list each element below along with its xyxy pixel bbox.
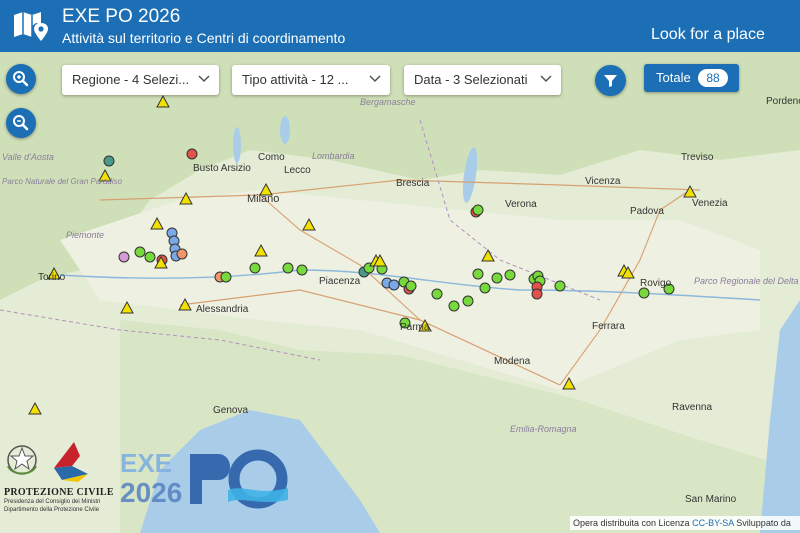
exe-po-2026-logo: EXE 2026 xyxy=(120,448,288,509)
pc-name: PROTEZIONE CIVILE xyxy=(4,487,114,498)
attribution-text: Opera distribuita con Licenza xyxy=(573,518,690,528)
place-label: Parma xyxy=(400,322,430,333)
activity-marker[interactable] xyxy=(388,279,400,291)
coordination-center-marker[interactable] xyxy=(683,184,697,198)
place-label: Ferrara xyxy=(592,321,625,332)
coordination-center-marker[interactable] xyxy=(481,248,495,262)
app-header: EXE PO 2026 Attività sul territorio e Ce… xyxy=(0,0,800,52)
activity-type-filter-label: Tipo attività - 12 ... xyxy=(242,72,349,87)
activity-marker[interactable] xyxy=(405,280,417,292)
total-label: Totale xyxy=(656,70,691,85)
activity-marker[interactable] xyxy=(103,155,115,167)
place-label: Padova xyxy=(630,206,664,217)
chevron-down-icon xyxy=(540,75,552,83)
activity-marker[interactable] xyxy=(479,282,491,294)
activity-marker[interactable] xyxy=(462,295,474,307)
place-label: Valle d'Aosta xyxy=(2,152,54,162)
activity-marker[interactable] xyxy=(282,262,294,274)
zoom-out-button[interactable] xyxy=(6,108,36,138)
activity-marker[interactable] xyxy=(176,248,188,260)
zoom-in-button[interactable] xyxy=(6,64,36,94)
coordination-center-marker[interactable] xyxy=(178,297,192,311)
license-link[interactable]: CC-BY-SA xyxy=(692,518,734,528)
region-filter-label: Regione - 4 Selezi... xyxy=(72,72,190,87)
activity-marker[interactable] xyxy=(431,288,443,300)
place-label: Emilia-Romagna xyxy=(510,424,577,434)
place-label: Treviso xyxy=(681,152,714,163)
activity-marker[interactable] xyxy=(504,269,516,281)
place-label: Vicenza xyxy=(585,176,621,187)
apply-filter-button[interactable] xyxy=(595,65,626,96)
activity-marker[interactable] xyxy=(638,287,650,299)
activity-marker[interactable] xyxy=(531,288,543,300)
place-label: Milano xyxy=(247,193,280,205)
place-label: Busto Arsizio xyxy=(193,163,251,174)
region-filter-dropdown[interactable]: Regione - 4 Selezi... xyxy=(62,65,219,95)
activity-marker[interactable] xyxy=(554,280,566,292)
svg-text:2026: 2026 xyxy=(120,477,182,508)
coordination-center-marker[interactable] xyxy=(562,376,576,390)
place-label: Rovigo xyxy=(640,278,672,289)
chevron-down-icon xyxy=(198,75,210,83)
coordination-center-marker[interactable] xyxy=(120,300,134,314)
date-filter-label: Data - 3 Selezionati xyxy=(414,72,528,87)
place-label: Venezia xyxy=(692,198,728,209)
filter-funnel-icon xyxy=(604,75,617,87)
pc-triangle-red-icon xyxy=(54,442,80,468)
date-filter-dropdown[interactable]: Data - 3 Selezionati xyxy=(404,65,561,95)
coordination-center-marker[interactable] xyxy=(150,216,164,230)
coordination-center-marker[interactable] xyxy=(28,401,42,415)
place-label: Ravenna xyxy=(672,402,713,413)
activity-type-filter-dropdown[interactable]: Tipo attività - 12 ... xyxy=(232,65,390,95)
map-attribution: Opera distribuita con Licenza CC-BY-SA S… xyxy=(570,516,800,530)
italian-emblem-icon xyxy=(7,445,37,475)
activity-marker[interactable] xyxy=(296,264,308,276)
coordination-center-marker[interactable] xyxy=(254,243,268,257)
activity-marker[interactable] xyxy=(472,268,484,280)
place-label: Brescia xyxy=(396,178,430,189)
place-label: Lombardia xyxy=(312,151,355,161)
activity-marker[interactable] xyxy=(186,148,198,160)
look-for-place-link[interactable]: Look for a place xyxy=(651,26,765,44)
attribution-suffix: Sviluppato da xyxy=(736,518,791,528)
place-label: Piacenza xyxy=(319,276,361,287)
total-count-badge: 88 xyxy=(698,69,728,87)
place-label: Parco Naturale del Gran Paradiso xyxy=(2,177,123,186)
total-button[interactable]: Totale 88 xyxy=(644,64,739,92)
coordination-center-marker[interactable] xyxy=(156,94,170,108)
place-label: Piemonte xyxy=(66,230,105,240)
activity-marker[interactable] xyxy=(144,251,156,263)
zoom-out-icon xyxy=(13,115,29,131)
activity-marker[interactable] xyxy=(118,251,130,263)
coordination-center-marker[interactable] xyxy=(302,217,316,231)
activity-marker[interactable] xyxy=(134,246,146,258)
app-subtitle: Attività sul territorio e Centri di coor… xyxy=(62,30,346,46)
place-label: Torino xyxy=(38,272,66,283)
activity-marker[interactable] xyxy=(249,262,261,274)
place-label: Modena xyxy=(494,356,531,367)
place-label: Verona xyxy=(505,199,537,210)
place-label: Pordenone xyxy=(766,96,800,107)
pc-line2: Dipartimento della Protezione Civile xyxy=(4,507,100,513)
zoom-in-icon xyxy=(13,71,29,87)
place-label: Parco Regionale del Delta del Po xyxy=(694,276,800,286)
svg-text:EXE: EXE xyxy=(120,448,172,478)
place-label: San Marino xyxy=(685,494,737,505)
place-label: Como xyxy=(258,152,285,163)
coordination-center-marker[interactable] xyxy=(179,191,193,205)
activity-marker[interactable] xyxy=(448,300,460,312)
activity-marker[interactable] xyxy=(220,271,232,283)
place-label: Genova xyxy=(213,405,249,416)
chevron-down-icon xyxy=(369,75,381,83)
place-label: Bergamasche xyxy=(360,97,416,107)
place-label: Alessandria xyxy=(196,304,249,315)
pc-line1: Presidenza del Consiglio dei Ministri xyxy=(4,499,101,505)
map-pin-logo-icon xyxy=(12,9,50,48)
place-label: Lecco xyxy=(284,165,311,176)
app-title: EXE PO 2026 xyxy=(62,6,181,27)
activity-marker[interactable] xyxy=(472,204,484,216)
activity-marker[interactable] xyxy=(491,272,503,284)
